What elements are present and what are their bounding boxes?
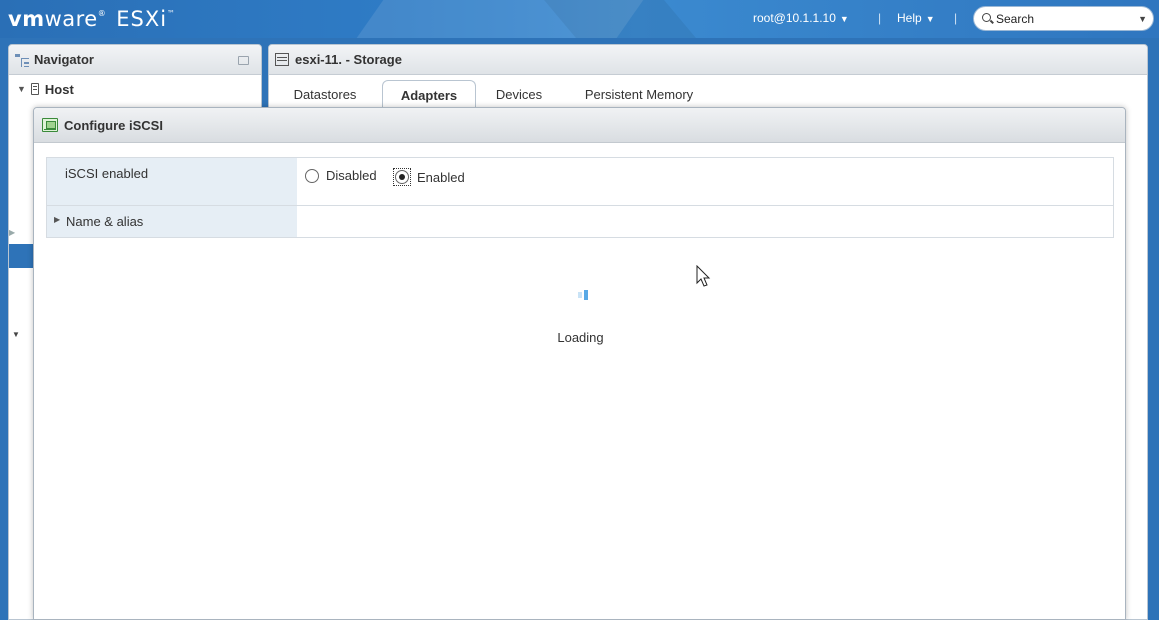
storage-panel-title: esxi-11. - Storage: [295, 52, 402, 67]
search-input[interactable]: [996, 10, 1126, 28]
logo-registered-mark: ®: [97, 9, 107, 18]
dialog-header: Configure iSCSI: [34, 108, 1125, 143]
storage-panel-header: esxi-11. - Storage: [269, 45, 1147, 75]
nav-item-host-label: Host: [44, 81, 74, 97]
collapse-panel-icon[interactable]: [238, 56, 249, 65]
tab-devices[interactable]: Devices: [487, 80, 551, 109]
storage-tabs: Datastores Adapters Devices Persistent M…: [269, 75, 1147, 109]
search-icon: [982, 13, 991, 22]
nav-item-selected-highlight[interactable]: [9, 244, 35, 268]
search-box[interactable]: ▼: [973, 6, 1154, 31]
navigator-tree-icon: [15, 53, 29, 67]
radio-focus-ring: [393, 168, 411, 186]
help-menu[interactable]: Help ▼: [897, 11, 935, 25]
iscsi-config-table: iSCSI enabled Disabled Enabled ▶ Name & …: [46, 157, 1114, 238]
loading-text: Loading: [557, 330, 604, 345]
table-row: iSCSI enabled Disabled Enabled: [47, 158, 1113, 206]
expand-triangle-icon[interactable]: ▼: [12, 330, 20, 339]
disabled-radio[interactable]: [305, 168, 319, 183]
tab-persistent-memory[interactable]: Persistent Memory: [569, 80, 709, 109]
header-separator: |: [954, 11, 958, 25]
expand-triangle-icon[interactable]: ▶: [54, 215, 60, 224]
storage-icon: [275, 53, 289, 66]
search-dropdown-icon[interactable]: ▼: [1138, 14, 1147, 24]
dialog-title: Configure iSCSI: [64, 117, 163, 133]
enabled-radio-option[interactable]: Enabled: [393, 168, 465, 186]
caret-down-icon: ▼: [925, 14, 935, 24]
user-menu-label: root@10.1.1.10: [753, 11, 836, 25]
vmware-esxi-logo: vmware® ESXi™: [8, 7, 176, 31]
iscsi-enabled-options: Disabled Enabled: [297, 158, 1113, 205]
configure-iscsi-dialog: Configure iSCSI iSCSI enabled Disabled E…: [33, 107, 1126, 620]
navigator-header: Navigator: [9, 45, 261, 75]
loading-spinner-icon: [578, 290, 590, 300]
name-alias-value: [297, 206, 1113, 237]
row-label[interactable]: ▶ Name & alias: [47, 206, 297, 237]
iscsi-enabled-label: iSCSI enabled: [65, 166, 149, 181]
tab-datastores[interactable]: Datastores: [279, 80, 371, 109]
help-menu-label: Help: [897, 11, 922, 25]
logo-ware-text: ware: [44, 7, 98, 31]
expand-triangle-icon[interactable]: ▼: [17, 84, 26, 94]
logo-vm-text: vm: [8, 7, 45, 31]
nav-item-host[interactable]: ▼ Host: [9, 75, 261, 103]
disabled-radio-option[interactable]: Disabled: [305, 168, 377, 183]
spinner-bar: [578, 292, 582, 298]
table-row[interactable]: ▶ Name & alias: [47, 206, 1113, 237]
disabled-radio-label: Disabled: [326, 168, 377, 183]
iscsi-adapter-icon: [42, 118, 58, 132]
navigator-title: Navigator: [34, 52, 94, 67]
header-separator: |: [878, 11, 882, 25]
top-banner: vmware®ESXi™ root@10.1.1.10▼ | Help▼ | ▼: [0, 0, 1159, 38]
logo-product-text: ESXi: [116, 7, 168, 31]
mouse-cursor-icon: [696, 265, 711, 287]
collapsed-triangle-icon[interactable]: ▶: [9, 228, 15, 237]
caret-down-icon: ▼: [839, 14, 849, 24]
spinner-bar: [584, 290, 588, 300]
enabled-radio[interactable]: [395, 170, 409, 184]
enabled-radio-label: Enabled: [417, 169, 465, 185]
logo-trademark-mark: ™: [167, 9, 176, 18]
name-alias-label: Name & alias: [66, 214, 144, 229]
user-menu[interactable]: root@10.1.1.10 ▼: [753, 11, 849, 25]
row-label: iSCSI enabled: [47, 158, 297, 205]
tab-adapters[interactable]: Adapters: [382, 80, 476, 109]
server-icon: [30, 83, 39, 95]
